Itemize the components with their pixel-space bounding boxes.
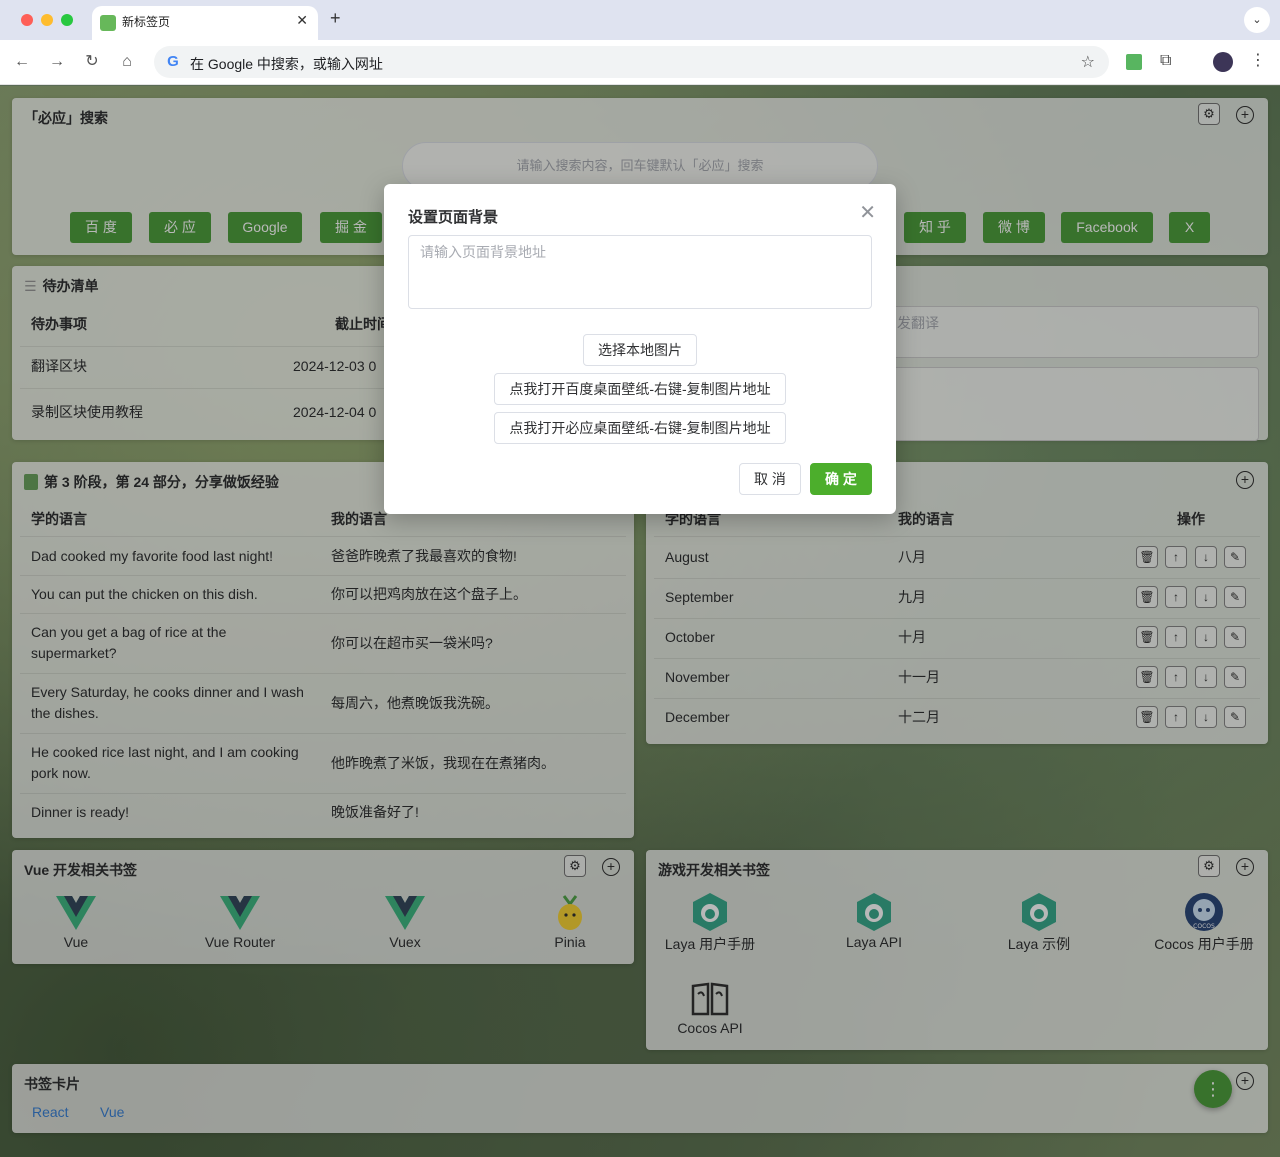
tab-favicon-icon: [100, 15, 116, 31]
extension-icon[interactable]: [1126, 54, 1142, 70]
profile-avatar[interactable]: [1213, 52, 1233, 72]
background-settings-dialog: 设置页面背景 ✕ 请输入页面背景地址 选择本地图片 点我打开百度桌面壁纸-右键-…: [384, 184, 896, 514]
background-url-input[interactable]: 请输入页面背景地址: [408, 235, 872, 309]
tab-search-button[interactable]: ⌄: [1244, 7, 1270, 33]
cancel-button[interactable]: 取 消: [739, 463, 801, 495]
choose-local-image-button[interactable]: 选择本地图片: [583, 334, 697, 366]
browser-tab-active[interactable]: 新标签页 ✕: [92, 6, 318, 40]
confirm-button[interactable]: 确 定: [810, 463, 872, 495]
open-bing-wallpaper-button[interactable]: 点我打开必应桌面壁纸-右键-复制图片地址: [494, 412, 786, 444]
maximize-window-button[interactable]: [61, 14, 73, 26]
browser-tab-strip: 新标签页 ✕ + ⌄: [0, 0, 1280, 40]
bookmark-star-icon[interactable]: ☆: [1081, 52, 1095, 72]
browser-toolbar: ← → ↻ ⌂ G 在 Google 中搜索，或输入网址 ☆ ⧉ ⋮: [0, 40, 1280, 85]
tab-title: 新标签页: [122, 15, 171, 29]
google-icon: G: [167, 53, 179, 70]
minimize-window-button[interactable]: [41, 14, 53, 26]
open-baidu-wallpaper-button[interactable]: 点我打开百度桌面壁纸-右键-复制图片地址: [494, 373, 786, 405]
address-bar-text: 在 Google 中搜索，或输入网址: [190, 56, 383, 72]
home-icon[interactable]: ⌂: [115, 50, 139, 74]
dialog-title: 设置页面背景: [408, 209, 499, 226]
browser-menu-icon[interactable]: ⋮: [1250, 50, 1266, 70]
new-tab-button[interactable]: +: [330, 8, 341, 29]
close-window-button[interactable]: [21, 14, 33, 26]
back-arrow-icon[interactable]: ←: [10, 50, 34, 74]
tab-close-icon[interactable]: ✕: [296, 12, 308, 29]
forward-arrow-icon[interactable]: →: [45, 50, 69, 74]
reload-icon[interactable]: ↻: [80, 50, 104, 74]
close-icon[interactable]: ✕: [859, 200, 876, 225]
extensions-puzzle-icon[interactable]: ⧉: [1160, 52, 1171, 70]
address-bar[interactable]: G 在 Google 中搜索，或输入网址 ☆: [154, 46, 1109, 78]
